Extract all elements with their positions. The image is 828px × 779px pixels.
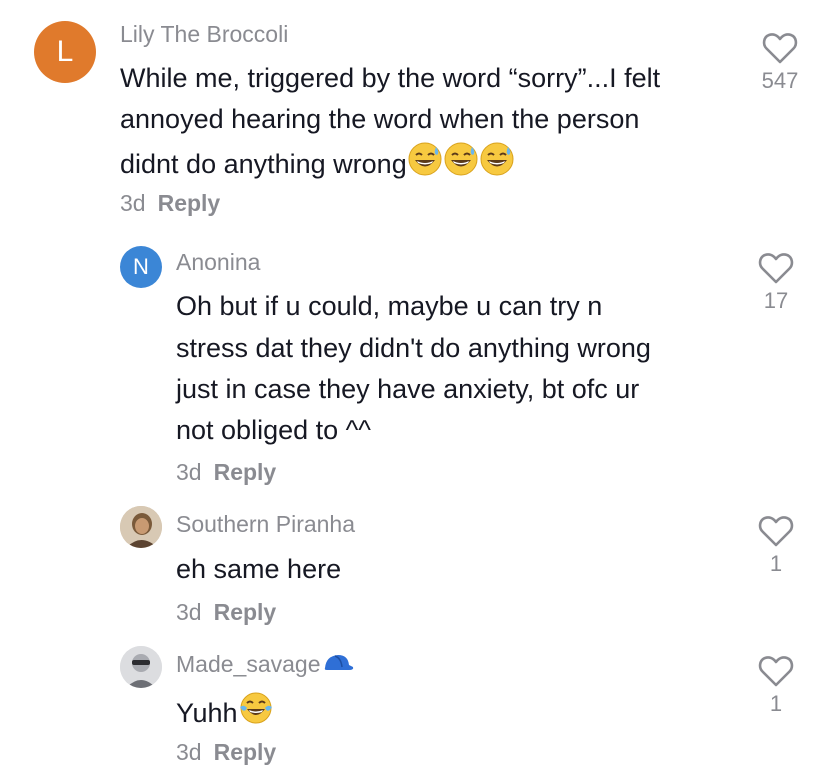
- comments-panel: L Lily The Broccoli While me, triggered …: [0, 0, 828, 779]
- comment-username[interactable]: Lily The Broccoli: [120, 21, 288, 48]
- reply-button[interactable]: Reply: [214, 459, 277, 485]
- reply-button[interactable]: Reply: [214, 599, 277, 625]
- profile-photo-icon: [120, 646, 162, 688]
- comment-text-line: While me, triggered by the word “sorry”.…: [120, 63, 661, 93]
- comment-time: 3d: [176, 459, 202, 485]
- comment-text-line: not obliged to ^^: [176, 415, 371, 445]
- comment-text-line: Oh but if u could, maybe u can try n: [176, 291, 603, 321]
- comment-meta: 3d Reply: [176, 599, 276, 626]
- comment-meta: 3d Reply: [176, 459, 276, 486]
- avatar-letter: N: [133, 254, 149, 279]
- comment-text-line: annoyed hearing the word when the person: [120, 104, 640, 134]
- comment-meta: 3d Reply: [176, 739, 276, 766]
- comment-username[interactable]: Anonina: [176, 249, 260, 276]
- avatar[interactable]: L: [34, 21, 96, 83]
- heart-outline-icon: [762, 33, 798, 64]
- reply-button[interactable]: Reply: [214, 739, 277, 765]
- comment-time: 3d: [176, 739, 202, 765]
- tears-of-joy-emoji-icon: [238, 690, 274, 738]
- comment-time: 3d: [120, 190, 146, 216]
- comment-text-segment: Yuhh: [176, 698, 238, 728]
- comment-meta: 3d Reply: [120, 190, 220, 217]
- like-count: 1: [769, 691, 783, 716]
- heart-outline-icon: [758, 656, 794, 687]
- sweat-smile-emoji-icon: [479, 141, 515, 189]
- comment-text-line: eh same here: [176, 554, 342, 584]
- comment-time: 3d: [176, 599, 202, 625]
- like-button[interactable]: 1: [746, 655, 806, 717]
- avatar-letter: L: [56, 35, 74, 68]
- comment-username[interactable]: Southern Piranha: [176, 511, 355, 538]
- avatar[interactable]: [120, 506, 162, 548]
- cap-emoji-icon: [321, 652, 355, 680]
- like-button[interactable]: 547: [750, 32, 810, 94]
- comment-text-line: Yuhh: [176, 690, 274, 738]
- avatar[interactable]: [120, 646, 162, 688]
- avatar[interactable]: N: [120, 246, 162, 288]
- like-button[interactable]: 1: [746, 515, 806, 577]
- like-count: 17: [763, 288, 789, 313]
- comment-username[interactable]: Made_savage: [176, 651, 355, 680]
- comment-text-line: just in case they have anxiety, bt ofc u…: [176, 374, 640, 404]
- heart-outline-icon: [758, 516, 794, 547]
- like-count: 547: [761, 68, 799, 93]
- sweat-smile-emoji-icon: [407, 141, 443, 189]
- heart-outline-icon: [758, 253, 794, 284]
- like-button[interactable]: 17: [746, 252, 806, 314]
- profile-photo-icon: [120, 506, 162, 548]
- comment-text-segment: didnt do anything wrong: [120, 149, 407, 179]
- username-text: Made_savage: [176, 651, 321, 677]
- comment-text-line: didnt do anything wrong: [120, 141, 515, 189]
- sweat-smile-emoji-icon: [443, 141, 479, 189]
- comment-text-line: stress dat they didn't do anything wrong: [176, 333, 651, 363]
- like-count: 1: [769, 551, 783, 576]
- reply-button[interactable]: Reply: [158, 190, 221, 216]
